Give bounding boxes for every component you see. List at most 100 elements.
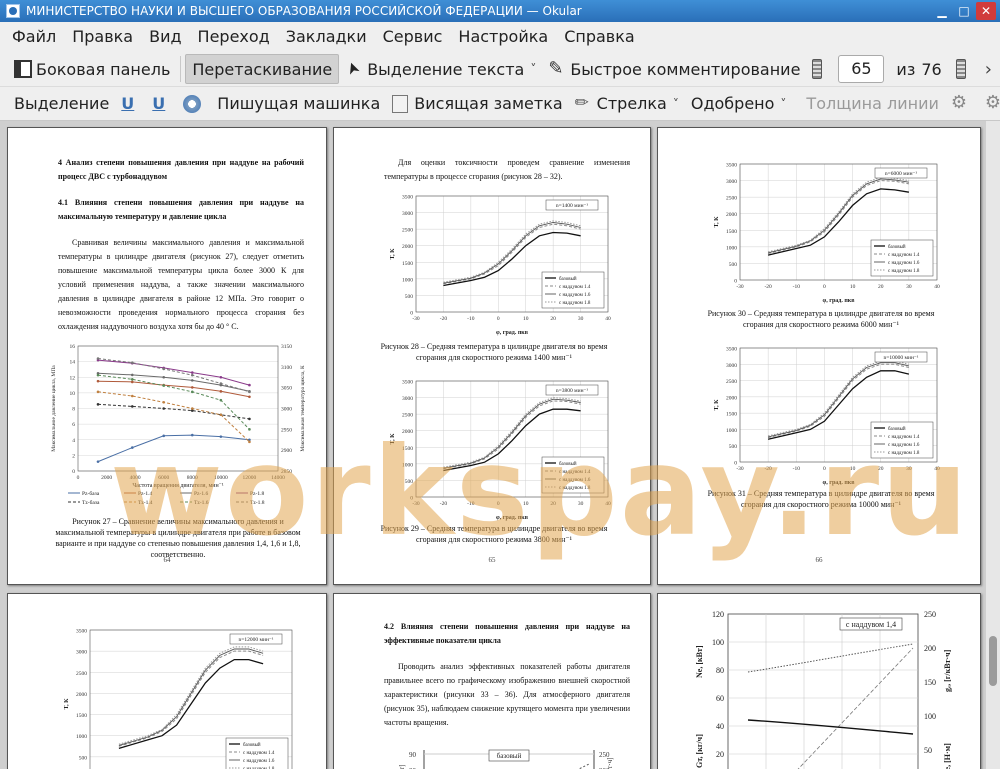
x-tick-label: 14000 — [271, 475, 285, 481]
x-tick-label: -30 — [412, 501, 420, 507]
stamp-tool[interactable] — [177, 89, 211, 119]
x-tick-label: 12000 — [243, 475, 257, 481]
menu-edit[interactable]: Правка — [64, 23, 141, 51]
data-point — [162, 375, 166, 379]
x-tick-label: -10 — [793, 284, 801, 290]
series-line — [97, 374, 250, 430]
data-point — [162, 407, 166, 410]
svg-text:150: 150 — [924, 678, 936, 687]
data-point — [190, 379, 194, 382]
text-select-button[interactable]: Выделение текста ˅ — [339, 54, 542, 84]
menu-bookmarks[interactable]: Закладки — [278, 23, 375, 51]
toolbar-overflow-icon[interactable]: › — [985, 59, 992, 80]
x-tick-label: 10 — [523, 501, 529, 507]
figure-31: 0 500 1000 1500 2000 2500 3000 3500 -30 -20 -10 0 10… — [710, 340, 945, 488]
y-tick-label: 1500 — [726, 229, 737, 235]
next-page-button[interactable] — [950, 54, 976, 84]
svg-text:[г/кВт·ч]: [г/кВт·ч] — [606, 758, 614, 769]
okular-app-icon — [6, 4, 20, 18]
chart-box-label: базовый — [497, 752, 522, 760]
legend-label: с наддувом 1.4 — [559, 285, 591, 290]
document-viewport[interactable]: 4 Анализ степени повышения давления при … — [0, 121, 986, 769]
y-right-tick-label: 2900 — [281, 448, 292, 454]
drag-mode-button[interactable]: Перетаскивание — [185, 54, 340, 84]
chevron-down-icon[interactable]: ˅ — [673, 97, 679, 111]
sidebar-button[interactable]: Боковая панель — [8, 54, 176, 84]
y-axis-label: Максимальное давление цикла, МПа — [51, 365, 57, 452]
data-point — [96, 379, 100, 383]
page-65[interactable]: Для оценки токсичности проведем сравнени… — [333, 127, 651, 585]
font-tool[interactable] — [979, 89, 1000, 119]
series-line — [118, 648, 264, 746]
popup-note-tool[interactable]: Висящая заметка — [386, 89, 568, 119]
y-tick-label: 2000 — [726, 395, 737, 401]
line-width-control[interactable]: Толщина линии — [800, 89, 945, 119]
quick-comment-button[interactable]: Быстрое комментирование — [542, 54, 806, 84]
chart-fig30: 0500100015002000250030003500-30 -20 -10 0 10… — [714, 163, 940, 305]
vertical-scrollbar[interactable] — [986, 121, 1000, 769]
x-tick-label: 6000 — [158, 475, 169, 481]
legend-label: Tz-1.4 — [138, 500, 153, 506]
x-tick-label: 0 — [823, 466, 826, 472]
svg-text:90: 90 — [409, 751, 417, 759]
maximize-icon[interactable]: □ — [954, 2, 974, 20]
page-number: 66 — [815, 556, 823, 564]
underline-tool[interactable]: U — [115, 89, 146, 119]
chart-box-label: с наддувом 1,4 — [846, 620, 896, 629]
data-point — [190, 433, 194, 437]
line-width-label: Толщина линии — [806, 94, 939, 113]
typewriter-tool[interactable]: Пишущая машинка — [211, 89, 386, 119]
chart-fig28: 0500100015002000250030003500-30 -20 -10 0 10… — [390, 195, 611, 337]
legend-label: с наддувом 1.8 — [888, 269, 920, 274]
menu-file[interactable]: Файл — [4, 23, 64, 51]
y-tick-label: 2 — [72, 453, 75, 459]
data-point — [248, 383, 251, 387]
y-axis-label: T, К — [64, 698, 70, 710]
page-66[interactable]: 0 500 1000 1500 2000 2500 3000 3500 -30 -20 -10 0 10… — [657, 127, 981, 585]
x-tick-label: 30 — [578, 316, 584, 322]
scrollbar-thumb[interactable] — [989, 636, 997, 686]
svg-text:40: 40 — [716, 722, 724, 731]
menu-tools[interactable]: Сервис — [375, 23, 451, 51]
close-icon[interactable]: ✕ — [976, 2, 996, 20]
legend-label: базовый — [559, 277, 577, 282]
note-icon — [392, 94, 409, 113]
y-tick-label: 3500 — [76, 629, 87, 635]
menu-go[interactable]: Переход — [190, 23, 278, 51]
legend-label: с наддувом 1.4 — [888, 435, 920, 440]
minimize-icon[interactable]: ▁ — [932, 2, 952, 20]
x-tick-label: 40 — [934, 284, 940, 290]
x-tick-label: -20 — [764, 284, 772, 290]
page-number: 64 — [163, 556, 171, 564]
y-tick-label: 2000 — [726, 212, 737, 218]
menu-settings[interactable]: Настройка — [450, 23, 556, 51]
menu-view[interactable]: Вид — [141, 23, 189, 51]
figure-caption: Рисунок 31 – Средняя температура в цилин… — [707, 489, 935, 509]
page-69[interactable]: 120 100 80 60 40 20 250 200 150 100 50 N… — [657, 593, 981, 769]
approved-label: Одобрено — [690, 94, 775, 113]
y-tick-label: 3000 — [402, 396, 413, 402]
y-tick-label: 2500 — [402, 413, 413, 419]
x-tick-label: 20 — [550, 316, 556, 322]
x-tick-label: 40 — [605, 316, 611, 322]
arrow-tool[interactable]: Стрелка ˅ — [569, 89, 685, 119]
chevron-down-icon[interactable]: ˅ — [780, 97, 786, 111]
squiggly-tool[interactable]: U — [146, 89, 177, 119]
series-line — [97, 434, 250, 463]
y-tick-label: 1500 — [402, 446, 413, 452]
page-number-input[interactable]: 65 — [838, 55, 885, 83]
menu-help[interactable]: Справка — [556, 23, 643, 51]
previous-page-button[interactable] — [806, 54, 832, 84]
figure-27: 0 2 4 6 8 10 12 14 16 2850 2900 2950 3000 3050 3100 315… — [48, 340, 308, 515]
svg-text:100: 100 — [924, 712, 936, 721]
data-point — [96, 373, 100, 377]
color-tool[interactable] — [945, 89, 979, 119]
approved-stamp-tool[interactable]: Одобрено ˅ — [685, 89, 793, 119]
page-67[interactable]: 0500100015002000250030003500T, Кn=12000 … — [7, 593, 327, 769]
chevron-down-icon[interactable]: ˅ — [530, 62, 536, 76]
figure-caption: Рисунок 27 – Сравнение величины максимал… — [55, 517, 301, 559]
page-68[interactable]: 4.2 Влияния степени повышения давления п… — [333, 593, 651, 769]
page-64[interactable]: 4 Анализ степени повышения давления при … — [7, 127, 327, 585]
highlight-tool[interactable]: Выделение — [8, 89, 115, 119]
data-point — [190, 386, 194, 389]
